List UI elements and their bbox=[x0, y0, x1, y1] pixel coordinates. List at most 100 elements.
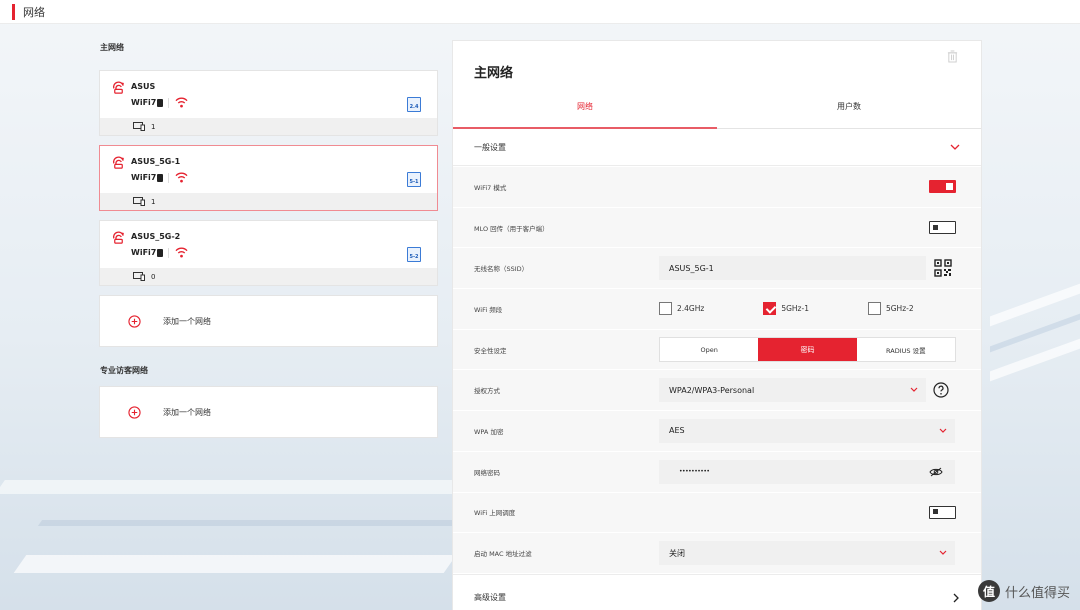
client-device-icon bbox=[133, 197, 145, 206]
wifi7-badge: WiFi7 bbox=[131, 248, 164, 257]
wifi-signal-icon bbox=[175, 172, 188, 183]
client-device-icon bbox=[133, 272, 145, 281]
checkbox-box bbox=[867, 302, 881, 316]
network-card-asus-5g-1[interactable]: ASUS_5G-1 WiFi7 5-1 1 bbox=[99, 145, 438, 211]
security-option-password[interactable]: 密码 bbox=[758, 338, 857, 362]
band-2g-checkbox[interactable]: 2.4GHz bbox=[659, 302, 704, 316]
eye-off-icon[interactable] bbox=[929, 467, 943, 477]
watermark: 值 什么值得买 bbox=[977, 580, 1070, 602]
row-label: 安全性设定 bbox=[474, 346, 507, 355]
row-label: 授权方式 bbox=[474, 387, 500, 396]
row-security: 安全性设定 Open 密码 RADIUS 设置 bbox=[453, 330, 981, 371]
network-name: ASUS_5G-1 bbox=[131, 157, 181, 166]
chevron-right-icon bbox=[953, 593, 959, 603]
row-band: WiFi 频段 2.4GHz 5GHz-1 5GHz-2 bbox=[453, 289, 981, 330]
mac-filter-select[interactable]: 关闭 bbox=[659, 541, 955, 566]
wifi7-badge: WiFi7 bbox=[131, 173, 164, 182]
divider bbox=[168, 98, 169, 108]
qr-code-icon[interactable] bbox=[934, 259, 952, 277]
help-icon[interactable] bbox=[933, 382, 949, 398]
security-segmented-control: Open 密码 RADIUS 设置 bbox=[659, 337, 956, 363]
router-icon bbox=[112, 81, 124, 94]
row-label: WiFi 上网调度 bbox=[474, 509, 516, 518]
row-label: 网络密码 bbox=[474, 468, 500, 477]
add-network-label: 添加一个网络 bbox=[163, 407, 211, 417]
chevron-down-icon bbox=[939, 550, 947, 555]
auth-method-select[interactable]: WPA2/WPA3-Personal bbox=[659, 378, 926, 403]
row-wifi-schedule: WiFi 上网调度 bbox=[453, 493, 981, 534]
network-name: ASUS bbox=[131, 82, 156, 91]
mlo-toggle[interactable] bbox=[929, 221, 956, 235]
client-device-icon bbox=[133, 122, 145, 131]
title-accent-mark bbox=[12, 3, 15, 20]
network-card-asus-5g-2[interactable]: ASUS_5G-2 WiFi7 5-2 0 bbox=[99, 220, 438, 286]
add-network-button[interactable]: 添加一个网络 bbox=[99, 295, 438, 347]
row-wifi7-mode: WiFi7 模式 bbox=[453, 167, 981, 208]
row-label: WiFi7 模式 bbox=[474, 183, 507, 192]
card-footer: 1 bbox=[100, 193, 437, 210]
row-label: WPA 加密 bbox=[474, 427, 504, 436]
watermark-badge: 值 bbox=[977, 580, 1000, 602]
row-label: WiFi 频段 bbox=[474, 305, 503, 314]
client-count: 0 bbox=[151, 272, 156, 281]
row-label: 无线名称（SSID） bbox=[474, 265, 529, 274]
divider bbox=[168, 248, 169, 258]
row-mac-filter: 启动 MAC 地址过滤 关闭 bbox=[453, 533, 981, 574]
card-footer: 1 bbox=[100, 118, 437, 135]
security-option-open[interactable]: Open bbox=[660, 338, 758, 361]
divider bbox=[168, 173, 169, 183]
band-checkboxes: 2.4GHz 5GHz-1 5GHz-2 bbox=[659, 302, 914, 316]
add-circle-icon bbox=[128, 405, 141, 419]
add-pro-network-button[interactable]: 添加一个网络 bbox=[99, 386, 438, 438]
row-auth: 授权方式 WPA2/WPA3-Personal bbox=[453, 370, 981, 412]
general-settings-header[interactable]: 一般设置 bbox=[453, 130, 981, 166]
band-5g2-checkbox[interactable]: 5GHz-2 bbox=[867, 302, 914, 316]
card-footer: 0 bbox=[100, 268, 437, 285]
row-label: 启动 MAC 地址过滤 bbox=[474, 550, 532, 559]
band-5g1-checkbox[interactable]: 5GHz-1 bbox=[763, 302, 809, 316]
wifi7-mode-toggle[interactable] bbox=[929, 180, 956, 194]
wifi-signal-icon bbox=[175, 247, 188, 258]
row-ssid: 无线名称（SSID） ASUS_5G-1 bbox=[453, 248, 981, 290]
tab-users[interactable]: 用户数 bbox=[717, 96, 981, 128]
wifi-signal-icon bbox=[175, 97, 188, 108]
tab-network[interactable]: 网络 bbox=[453, 96, 717, 129]
pro-guest-section-label: 专业访客网络 bbox=[100, 366, 148, 375]
band-5g2-icon: 5-2 bbox=[407, 247, 421, 262]
band-2g-icon: 2.4 bbox=[407, 97, 421, 112]
trash-icon[interactable] bbox=[947, 50, 958, 63]
wifi7-badge: WiFi7 bbox=[131, 98, 164, 107]
checkbox-box bbox=[659, 302, 672, 316]
password-input[interactable]: •••••••••• bbox=[659, 459, 955, 484]
row-mlo: MLO 回传（用于客户端） bbox=[453, 208, 981, 249]
network-detail-panel: 主网络 网络 用户数 一般设置 WiFi7 模式 MLO 回传（用于客户端） 无… bbox=[452, 40, 982, 610]
client-count: 1 bbox=[151, 122, 156, 131]
row-label: MLO 回传（用于客户端） bbox=[474, 224, 549, 233]
chevron-down-icon bbox=[939, 428, 947, 433]
router-icon bbox=[112, 231, 124, 244]
row-password: 网络密码 •••••••••• bbox=[453, 452, 981, 493]
panel-title: 主网络 bbox=[474, 66, 514, 81]
security-option-radius[interactable]: RADIUS 设置 bbox=[857, 338, 955, 361]
advanced-settings-label: 高级设置 bbox=[474, 593, 506, 602]
chevron-down-icon bbox=[910, 387, 918, 393]
page-title: 网络 bbox=[23, 5, 45, 19]
general-settings-label: 一般设置 bbox=[474, 143, 506, 152]
network-name: ASUS_5G-2 bbox=[131, 232, 181, 241]
ssid-input[interactable]: ASUS_5G-1 bbox=[659, 256, 926, 281]
checkbox-box bbox=[763, 302, 777, 316]
band-5g1-icon: 5-1 bbox=[407, 172, 421, 187]
wifi-schedule-toggle[interactable] bbox=[929, 505, 956, 519]
chevron-down-icon bbox=[950, 144, 960, 150]
settings-rows: WiFi7 模式 MLO 回传（用于客户端） 无线名称（SSID） ASUS_5… bbox=[453, 167, 981, 574]
top-bar: 网络 bbox=[0, 0, 1080, 24]
network-list: 主网络 ASUS WiFi7 2.4 1 ASUS_5G-1 WiFi7 5-1… bbox=[99, 40, 438, 447]
advanced-settings-header[interactable]: 高级设置 bbox=[453, 574, 981, 610]
wpa-encryption-select[interactable]: AES bbox=[659, 418, 955, 443]
add-circle-icon bbox=[128, 314, 141, 328]
main-network-section-label: 主网络 bbox=[100, 43, 124, 52]
add-network-label: 添加一个网络 bbox=[163, 316, 211, 326]
network-card-asus[interactable]: ASUS WiFi7 2.4 1 bbox=[99, 70, 438, 136]
watermark-text: 什么值得买 bbox=[1004, 585, 1070, 601]
row-wpa-encryption: WPA 加密 AES bbox=[453, 411, 981, 452]
